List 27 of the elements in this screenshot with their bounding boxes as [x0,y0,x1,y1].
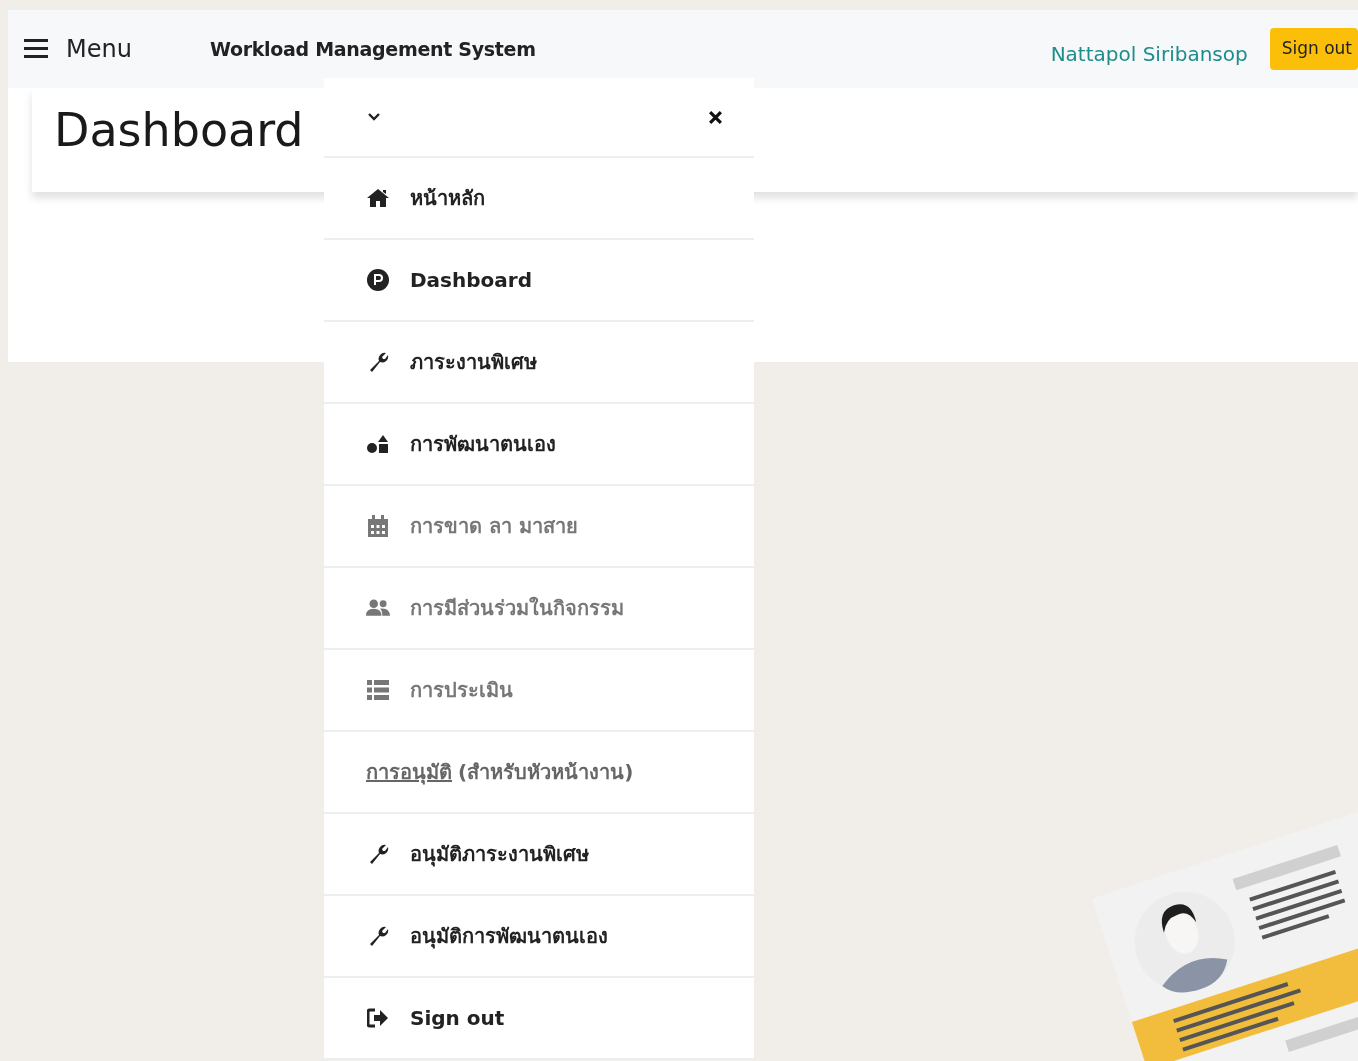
sign-out-icon [367,1008,389,1028]
users-icon [366,598,390,618]
menu-item[interactable]: การมีส่วนร่วมในกิจกรรม [366,592,624,624]
menu-item[interactable]: Sign out [366,1006,505,1030]
section-label: (สำหรับหัวหน้างาน) [458,759,634,786]
menu-item[interactable]: การประเมิน [366,674,513,706]
user-name-link[interactable]: Nattapol Siribansop [1050,42,1248,66]
app-title: Workload Management System [209,38,536,60]
menu-item[interactable]: Dashboard [366,268,532,292]
calendar-icon [368,515,388,537]
approval-link[interactable]: การอนุมัติ [366,756,452,788]
menu-item[interactable]: การขาด ลา มาสาย [366,510,578,542]
menu-item[interactable]: อนุมัติภาระงานพิเศษ [366,838,589,870]
shapes-icon [367,434,389,454]
menu-item[interactable]: การพัฒนาตนเอง [366,428,556,460]
list-icon [367,680,389,700]
menu-item[interactable]: อนุมัติการพัฒนาตนเอง [366,920,608,952]
menu-icon[interactable] [24,39,48,59]
chevron-down-icon[interactable] [368,113,380,121]
sign-out-button[interactable]: Sign out [1269,28,1358,70]
menu-item[interactable]: ภาระงานพิเศษ [366,346,537,378]
menu-label[interactable]: Menu [66,35,132,63]
page-heading: Dashboard [54,103,304,157]
menu-item[interactable]: หน้าหลัก [366,182,485,214]
circle-p-icon [367,269,389,291]
home-icon [366,188,390,208]
close-icon[interactable] [708,109,723,125]
